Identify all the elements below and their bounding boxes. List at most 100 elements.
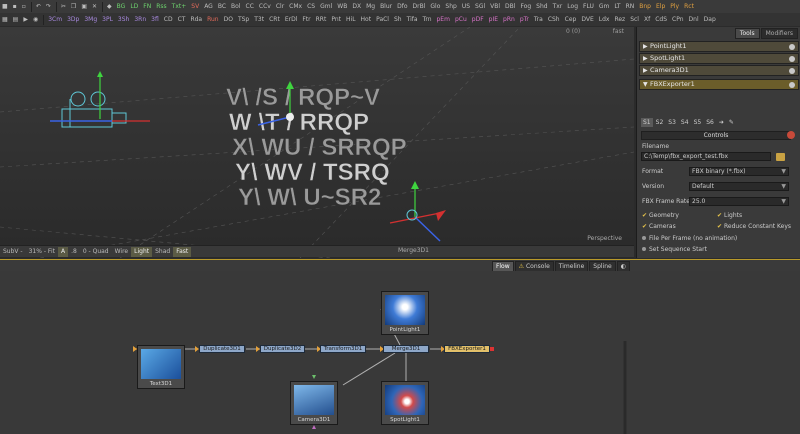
node-camera3d1[interactable]: Camera3D1 xyxy=(290,381,338,425)
tool2-button-1[interactable]: 3Dp xyxy=(65,14,81,25)
tool2-button-33[interactable]: Cep xyxy=(563,14,579,25)
sequence-start-radio[interactable]: Set Sequence Start xyxy=(642,246,707,253)
reset-icon[interactable] xyxy=(787,131,795,139)
tool-button-5[interactable]: SV xyxy=(189,1,201,12)
tool2-button-29[interactable]: pRn xyxy=(501,14,517,25)
filename-field[interactable]: C:\Temp\fbx_export_test.fbx xyxy=(641,152,771,161)
tool-button-27[interactable]: Fog xyxy=(518,1,533,12)
tool-button-33[interactable]: LT xyxy=(612,1,622,12)
tab-s4[interactable]: S4 xyxy=(679,118,691,127)
tool2-button-30[interactable]: pTr xyxy=(518,14,531,25)
tool2-button-21[interactable]: PaCl xyxy=(374,14,391,25)
tool2-button-38[interactable]: Xf xyxy=(642,14,652,25)
geometry-checkbox[interactable]: ✔ Geometry xyxy=(642,212,679,219)
arrow-right-icon[interactable]: ➜ xyxy=(717,118,726,127)
node-duplicate3d1[interactable]: Duplicate3D1 xyxy=(199,345,245,353)
version-dropdown[interactable]: Default ▼ xyxy=(689,182,789,191)
tool-button-18[interactable]: Blur xyxy=(378,1,394,12)
tool-button-26[interactable]: DBl xyxy=(503,1,517,12)
new-icon[interactable]: ▫ xyxy=(20,1,28,12)
tool2-button-25[interactable]: pEm xyxy=(435,14,452,25)
tool-button-8[interactable]: Bol xyxy=(229,1,242,12)
tab-s3[interactable]: S3 xyxy=(666,118,678,127)
tool-button-36[interactable]: Elp xyxy=(654,1,667,12)
tool-button-4[interactable]: Txt+ xyxy=(170,1,189,12)
tool2-button-18[interactable]: Pnt xyxy=(329,14,343,25)
undo-icon[interactable]: ↶ xyxy=(34,1,43,12)
tool2-button-4[interactable]: 3Sh xyxy=(116,14,131,25)
tool2-button-2[interactable]: 3Mg xyxy=(82,14,99,25)
tab-modifiers[interactable]: Modifiers xyxy=(760,28,798,39)
tool2-button-8[interactable]: CT xyxy=(176,14,188,25)
tool-button-31[interactable]: FLU xyxy=(581,1,596,12)
tool2-button-34[interactable]: DVE xyxy=(579,14,595,25)
tool2-button-35[interactable]: Ldx xyxy=(597,14,612,25)
cameras-checkbox[interactable]: ✔ Cameras xyxy=(642,223,676,230)
tab-s6[interactable]: S6 xyxy=(704,118,716,127)
tool-button-29[interactable]: Txr xyxy=(551,1,565,12)
enable-dot-icon[interactable] xyxy=(789,44,795,50)
tool-button-11[interactable]: Clr xyxy=(274,1,286,12)
tool2-button-0[interactable]: 3Cm xyxy=(46,14,64,25)
tool-button-23[interactable]: US xyxy=(460,1,472,12)
tool-button-7[interactable]: BC xyxy=(216,1,228,12)
tool2-button-42[interactable]: Dap xyxy=(702,14,718,25)
tool-button-30[interactable]: Log xyxy=(565,1,580,12)
tool2-button-3[interactable]: 3PL xyxy=(100,14,115,25)
tool-button-24[interactable]: SGl xyxy=(473,1,487,12)
tool-button-0[interactable]: BG xyxy=(115,1,128,12)
tool2-button-24[interactable]: Trn xyxy=(421,14,434,25)
vb-8[interactable]: .8 xyxy=(68,247,80,257)
tool2-button-11[interactable]: DO xyxy=(222,14,235,25)
tool-button-15[interactable]: WB xyxy=(335,1,349,12)
tool2-button-19[interactable]: HiL xyxy=(344,14,358,25)
tool2-button-39[interactable]: CdS xyxy=(653,14,669,25)
node-fbxexporter1[interactable]: FBXExporter1 xyxy=(444,345,490,353)
camera-icon[interactable]: ◉ xyxy=(31,14,40,25)
vb-fast[interactable]: Fast xyxy=(173,246,192,257)
tool2-button-31[interactable]: Tra xyxy=(532,14,545,25)
tool2-button-15[interactable]: ErDl xyxy=(283,14,300,25)
tab-s2[interactable]: S2 xyxy=(654,118,666,127)
tab-s5[interactable]: S5 xyxy=(692,118,704,127)
render-icon[interactable]: ▶ xyxy=(21,14,30,25)
file-per-frame-radio[interactable]: File Per Frame (no animation) xyxy=(642,235,737,242)
node-pointlight1[interactable]: PointLight1 xyxy=(381,291,429,335)
tool2-button-28[interactable]: pIE xyxy=(487,14,500,25)
vb-shad[interactable]: Shad xyxy=(152,247,173,257)
flow-editor[interactable]: Duplicate3D1 Duplicate3D2 Transform3D1 M… xyxy=(0,271,800,434)
tool2-button-40[interactable]: CPn xyxy=(670,14,686,25)
tool-button-37[interactable]: Ply xyxy=(668,1,681,12)
tab-s1[interactable]: S1 xyxy=(641,118,653,127)
save-icon[interactable]: ■ xyxy=(0,1,10,12)
node-merge3d1[interactable]: Merge3D1 xyxy=(383,345,429,353)
tab-tools[interactable]: Tools xyxy=(734,28,760,39)
tool2-button-10[interactable]: Run xyxy=(205,14,221,25)
vb-light[interactable]: Light xyxy=(131,246,153,257)
tool2-button-20[interactable]: Hot xyxy=(359,14,374,25)
paste-icon[interactable]: ▣ xyxy=(79,1,89,12)
folder-icon[interactable] xyxy=(776,153,785,161)
tool-button-35[interactable]: Bnp xyxy=(637,1,653,12)
tool-button-1[interactable]: LD xyxy=(128,1,140,12)
lights-checkbox[interactable]: ✔ Lights xyxy=(717,212,742,219)
enable-dot-icon[interactable] xyxy=(789,56,795,62)
tool-button-20[interactable]: DrBl xyxy=(411,1,428,12)
enable-dot-icon[interactable] xyxy=(789,68,795,74)
tool-button-6[interactable]: AG xyxy=(202,1,215,12)
tool-button-34[interactable]: RN xyxy=(624,1,637,12)
tool2-button-9[interactable]: Rda xyxy=(188,14,204,25)
layout-icon[interactable]: ▦ xyxy=(0,14,10,25)
format-dropdown[interactable]: FBX binary (*.fbx) ▼ xyxy=(689,167,789,176)
tool-header-camera[interactable]: ▶ Camera3D1 xyxy=(639,65,799,76)
tool-button-38[interactable]: Rct xyxy=(682,1,696,12)
tool2-button-6[interactable]: 3fl xyxy=(149,14,161,25)
tool-header-pointlight[interactable]: ▶ PointLight1 xyxy=(639,41,799,52)
tool-button-32[interactable]: Gm xyxy=(597,1,612,12)
tool-button-14[interactable]: Gml xyxy=(318,1,334,12)
tool-button-17[interactable]: Mg xyxy=(364,1,377,12)
vb-a[interactable]: A xyxy=(57,246,69,257)
tool2-button-13[interactable]: T3t xyxy=(252,14,266,25)
tool-header-spotlight[interactable]: ▶ SpotLight1 xyxy=(639,53,799,64)
tool2-button-23[interactable]: Tifa xyxy=(405,14,420,25)
